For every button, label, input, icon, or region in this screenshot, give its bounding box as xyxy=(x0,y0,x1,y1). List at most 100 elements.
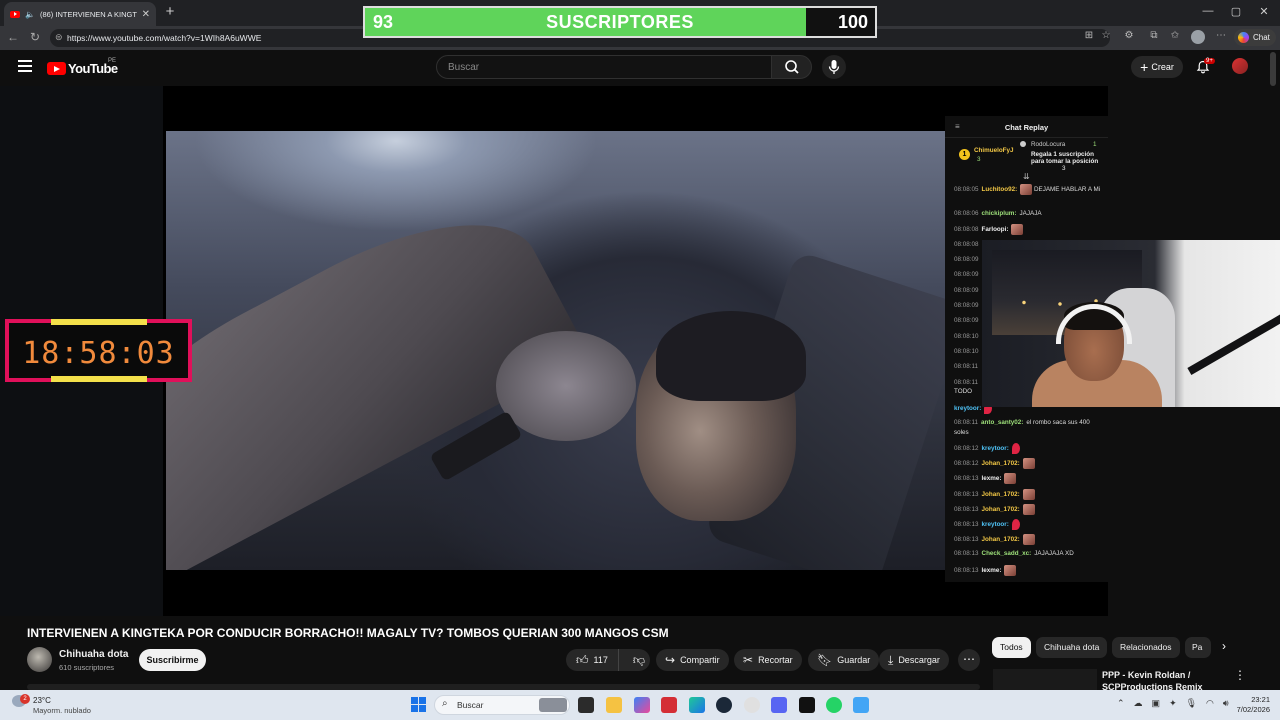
wifi-icon[interactable]: ◠ xyxy=(1206,698,1214,709)
page-scrollbar[interactable] xyxy=(1270,52,1276,86)
taskbar-search-input[interactable]: ⌕ Buscar xyxy=(434,695,570,715)
bluetooth-icon[interactable]: ✦ xyxy=(1169,698,1177,709)
download-button[interactable]: ⤓ Descargar xyxy=(879,649,949,671)
weather-badge: 2 xyxy=(20,694,30,704)
new-tab-button[interactable]: + xyxy=(162,4,178,20)
chat-timestamp: 08:08:11 xyxy=(954,379,979,386)
minimize-icon[interactable]: — xyxy=(1200,5,1216,17)
close-tab-icon[interactable]: ✕ xyxy=(142,9,150,20)
bookmark-star-icon[interactable]: ☆ xyxy=(1099,30,1113,44)
chat-message: 08:08:13 lexme: xyxy=(954,565,1102,576)
copilot-app-icon[interactable] xyxy=(634,697,650,713)
volume-icon[interactable]: 🔊︎ xyxy=(1223,698,1229,709)
channel-avatar[interactable] xyxy=(27,647,52,672)
search-input[interactable]: Buscar xyxy=(436,55,772,79)
copilot-chat-button[interactable]: Chat xyxy=(1234,29,1276,46)
extension-icon[interactable]: ⚙ xyxy=(1122,30,1136,44)
save-button[interactable]: 🔖︎ Guardar xyxy=(808,649,880,671)
clip-button[interactable]: ✂ Recortar xyxy=(734,649,802,671)
copilot-icon xyxy=(1238,32,1249,43)
channel-name[interactable]: Chihuaha dota xyxy=(59,649,128,660)
gift-leaderboard: 1 ChimueloFyJ 3 RodoLocura 1 Regala 1 su… xyxy=(945,138,1108,172)
chat-username[interactable]: Check_sadd_xc: xyxy=(982,550,1032,557)
like-button[interactable]: 👍︎ 117 xyxy=(566,649,619,671)
chip-related[interactable]: Relacionados xyxy=(1112,637,1180,658)
extensions-icon[interactable]: ⧉ xyxy=(1147,30,1161,44)
subscriber-goal-overlay: 93 SUSCRIPTORES 100 xyxy=(363,6,877,38)
taskbar-clock[interactable]: 23:21 7/02/2026 xyxy=(1236,695,1270,715)
chip-all[interactable]: Todos xyxy=(992,637,1031,658)
chat-username[interactable]: Johan_1702: xyxy=(982,506,1020,513)
chat-username[interactable]: Luchitoo92: xyxy=(982,186,1018,193)
tab-title: (86) INTERVIENEN A KINGTEKA POR CONDUCIR… xyxy=(39,9,137,19)
favorites-icon[interactable]: ✩ xyxy=(1168,30,1182,44)
chat-username[interactable]: Johan_1702: xyxy=(982,491,1020,498)
video-frame[interactable] xyxy=(166,131,945,570)
share-button[interactable]: ↪ Compartir xyxy=(656,649,729,671)
heart-emote-icon xyxy=(1011,519,1020,530)
edge-browser-icon[interactable] xyxy=(689,697,705,713)
chat-timestamp: 08:08:09 xyxy=(954,302,979,309)
dislike-button[interactable]: 👎︎ xyxy=(624,653,654,668)
chat-username[interactable]: chickiplum: xyxy=(982,210,1017,217)
profile-avatar-icon[interactable] xyxy=(1191,30,1205,44)
microphone-tray-icon[interactable]: 🎙︎ xyxy=(1186,698,1197,709)
file-explorer-icon[interactable] xyxy=(606,697,622,713)
search-button[interactable] xyxy=(771,55,812,79)
chip-partial[interactable]: Pa xyxy=(1185,637,1211,658)
close-window-icon[interactable]: ✕ xyxy=(1256,5,1272,18)
chip-channel[interactable]: Chihuaha dota xyxy=(1036,637,1108,658)
face-emote-icon xyxy=(1022,458,1035,469)
more-actions-button[interactable]: ⋯ xyxy=(958,649,980,671)
subscribe-button[interactable]: Suscribirme xyxy=(139,649,206,671)
office-app-icon[interactable] xyxy=(661,697,677,713)
chat-username[interactable]: kreytoor: xyxy=(954,405,981,412)
related-video-menu-icon[interactable]: ⋮ xyxy=(1234,668,1246,682)
related-video-title[interactable]: PPP - Kevin Roldan / SCPProductions Remi… xyxy=(1102,669,1222,690)
chat-username[interactable]: Farloopi: xyxy=(982,226,1009,233)
hamburger-menu-icon[interactable] xyxy=(18,60,32,75)
chat-timestamp: 08:08:13 xyxy=(954,475,979,483)
youtube-logo[interactable]: YouTube xyxy=(47,61,118,76)
maximize-icon[interactable]: ▢ xyxy=(1228,5,1244,18)
reload-icon[interactable]: ↻ xyxy=(27,30,43,44)
tray-app-icon[interactable]: ▣ xyxy=(1152,698,1161,709)
chat-username[interactable]: anto_santy02: xyxy=(981,419,1023,426)
chat-username[interactable]: kreytoor: xyxy=(982,521,1009,528)
chat-message: 08:08:13 kreytoor: xyxy=(954,519,1102,530)
chevron-right-icon[interactable]: › xyxy=(1222,639,1226,653)
thumbs-up-icon: 👍︎ xyxy=(576,652,589,667)
speaker-icon[interactable]: 🔈 xyxy=(25,10,35,19)
create-button[interactable]: + Crear xyxy=(1131,56,1183,78)
weather-description[interactable]: Mayorm. nublado xyxy=(33,706,91,715)
chat-username[interactable]: kreytoor: xyxy=(982,445,1009,452)
install-app-icon[interactable]: ⊞ xyxy=(1082,30,1096,44)
chat-scroll-down-icon[interactable]: ⇊ xyxy=(1023,172,1030,181)
subscriber-goal-label: SUSCRIPTORES xyxy=(546,12,694,32)
chat-username[interactable]: Johan_1702: xyxy=(982,536,1020,543)
tray-chevron-icon[interactable]: ⌃ xyxy=(1117,698,1125,709)
browser-tab[interactable]: 🔈 (86) INTERVIENEN A KINGTEKA POR CONDUC… xyxy=(4,2,156,26)
site-info-icon[interactable]: ⊜ xyxy=(55,32,63,43)
chat-username[interactable]: Johan_1702: xyxy=(982,460,1020,467)
notepad-icon[interactable] xyxy=(853,697,869,713)
user-avatar[interactable] xyxy=(1232,58,1248,74)
back-icon[interactable]: ← xyxy=(5,30,21,44)
steam-icon[interactable] xyxy=(716,697,732,713)
discord-icon[interactable] xyxy=(771,697,787,713)
weather-temperature[interactable]: 23°C xyxy=(33,696,51,705)
more-options-icon[interactable]: ⋯ xyxy=(1214,30,1228,44)
related-video-thumbnail[interactable] xyxy=(993,669,1097,690)
obs-studio-icon[interactable] xyxy=(799,697,815,713)
chat-username[interactable]: lexme: xyxy=(982,475,1002,482)
windows-start-icon[interactable] xyxy=(411,697,426,712)
download-label: Descargar xyxy=(898,655,940,665)
chrome-icon[interactable] xyxy=(744,697,760,713)
chat-timestamp: 08:08:08 xyxy=(954,241,979,248)
whatsapp-icon[interactable] xyxy=(826,697,842,713)
chat-username[interactable]: lexme: xyxy=(982,567,1002,574)
chat-message: 08:08:13 Johan_1702: xyxy=(954,504,1102,515)
voice-search-button[interactable] xyxy=(822,55,846,79)
onedrive-icon[interactable]: ☁ xyxy=(1134,698,1143,709)
task-view-icon[interactable] xyxy=(578,697,594,713)
